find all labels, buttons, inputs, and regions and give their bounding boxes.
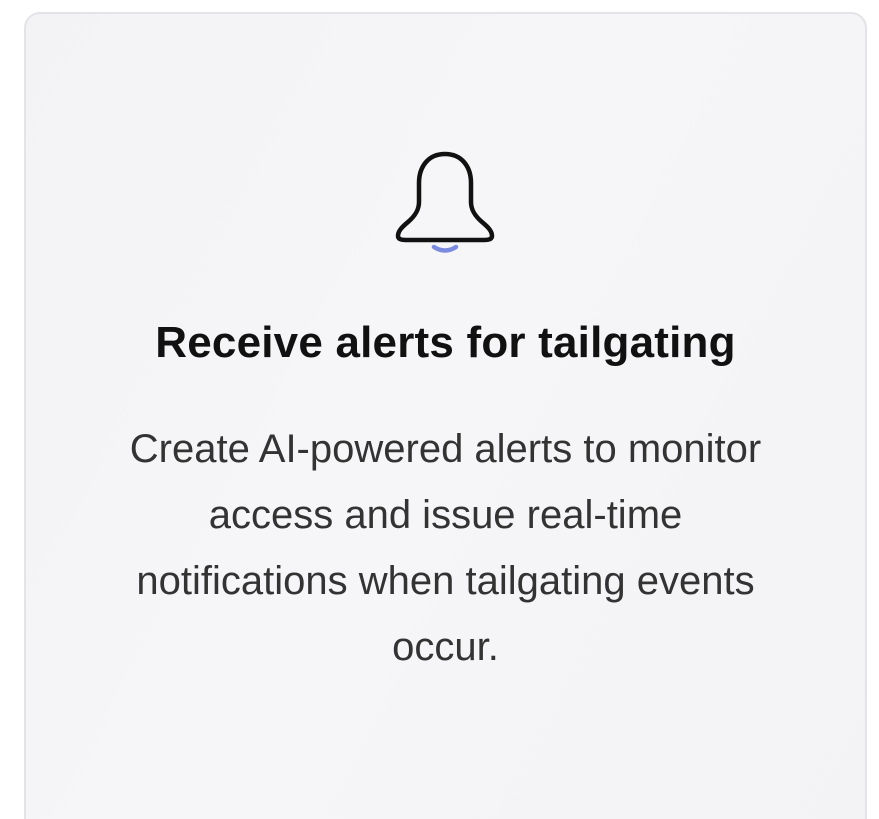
card-description: Create AI-powered alerts to monitor acce…	[129, 427, 762, 669]
bell-icon	[394, 150, 496, 260]
card-title: Receive alerts for tailgating	[155, 318, 736, 367]
